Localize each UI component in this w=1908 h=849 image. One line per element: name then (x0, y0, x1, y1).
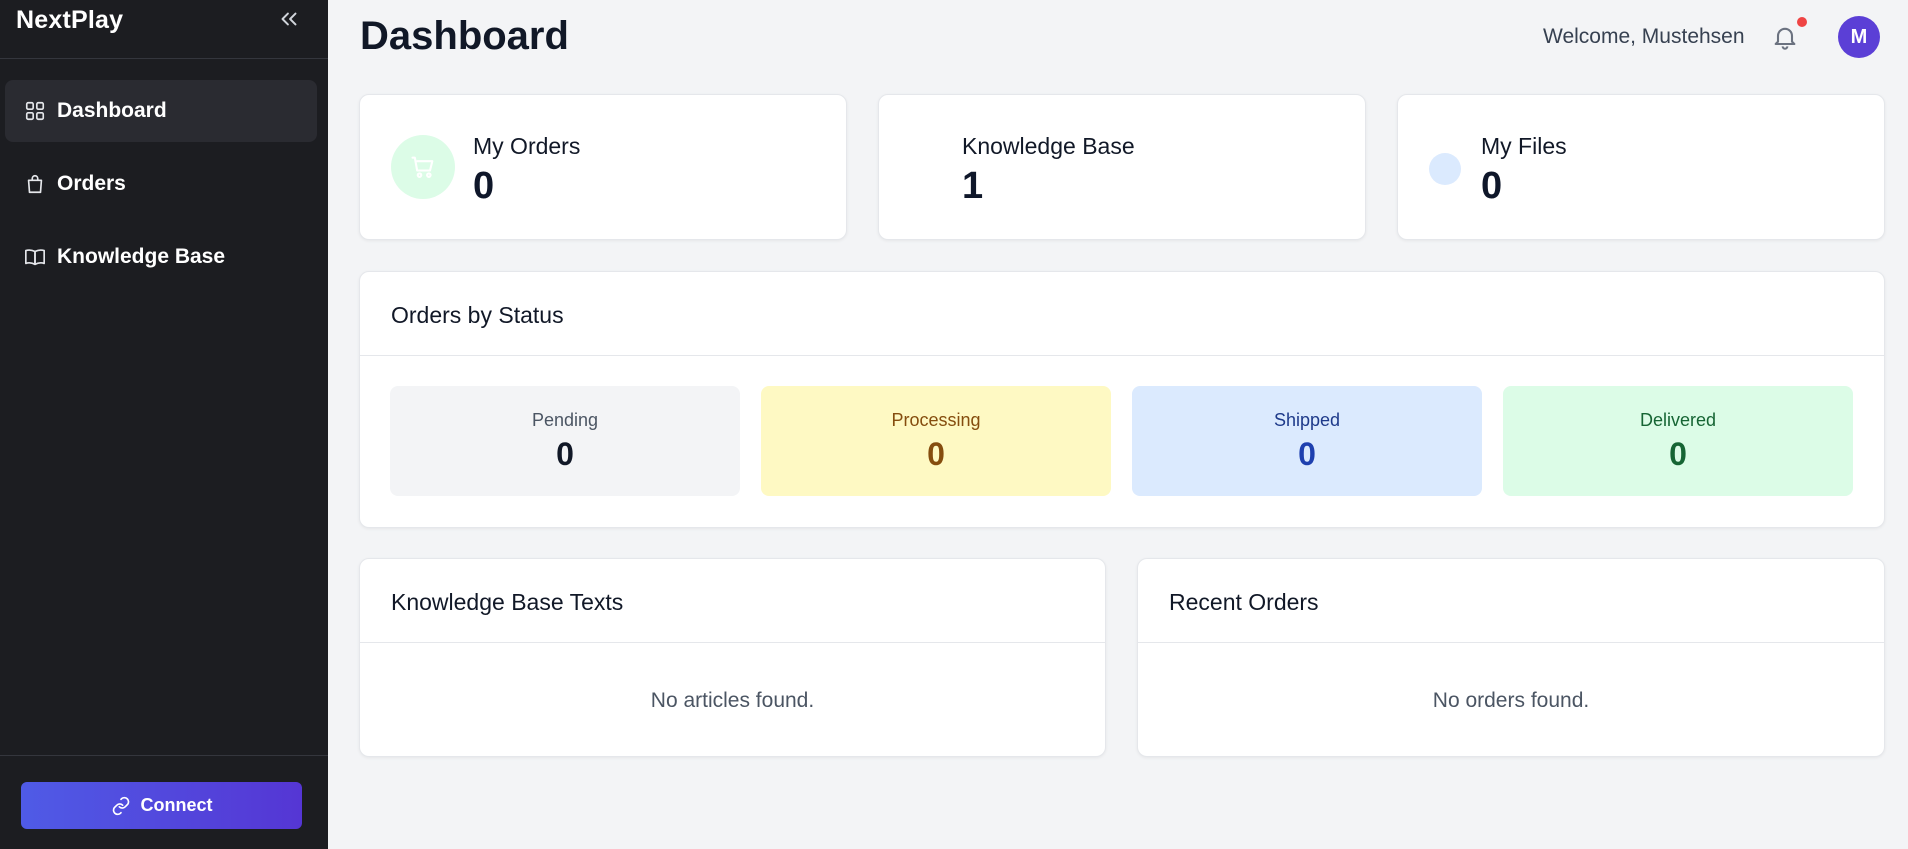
sidebar-item-dashboard[interactable]: Dashboard (5, 80, 317, 142)
sidebar: NextPlay Dashboard Orders Knowledge Base… (0, 0, 328, 849)
card-divider (360, 642, 1105, 643)
book-icon (919, 150, 951, 182)
collapse-sidebar-icon[interactable] (276, 6, 302, 32)
sidebar-item-label: Orders (57, 172, 126, 195)
status-value: 0 (1298, 436, 1316, 472)
status-value: 0 (556, 436, 574, 472)
welcome-text: Welcome, Mustehsen (1543, 25, 1745, 48)
sidebar-item-label: Knowledge Base (57, 245, 226, 268)
section-title: Knowledge Base Texts (391, 589, 624, 615)
sidebar-item-knowledge-base[interactable]: Knowledge Base (5, 226, 317, 288)
stat-card-knowledge-base[interactable]: Knowledge Base 1 (878, 94, 1366, 240)
stat-card-my-orders[interactable]: My Orders 0 (359, 94, 847, 240)
notification-badge (1797, 17, 1807, 27)
status-shipped: Shipped 0 (1132, 386, 1482, 496)
stat-value: 0 (473, 165, 495, 207)
link-icon (111, 796, 131, 816)
sidebar-divider (0, 58, 328, 59)
status-delivered: Delivered 0 (1503, 386, 1853, 496)
status-label: Processing (891, 410, 981, 430)
brand-logo: NextPlay (16, 6, 124, 34)
recent-orders-card: Recent Orders No orders found. (1137, 558, 1885, 757)
section-title: Recent Orders (1169, 589, 1319, 615)
stat-value: 1 (962, 165, 984, 207)
shopping-bag-icon (23, 172, 47, 196)
stat-label: Knowledge Base (962, 133, 1135, 159)
sidebar-item-label: Dashboard (57, 99, 167, 122)
connect-button[interactable]: Connect (21, 782, 302, 829)
sidebar-item-orders[interactable]: Orders (5, 153, 317, 215)
avatar[interactable]: M (1838, 16, 1880, 58)
connect-button-label: Connect (140, 795, 213, 815)
section-title: Orders by Status (391, 302, 564, 328)
status-value: 0 (1669, 436, 1687, 472)
status-label: Pending (531, 410, 599, 430)
card-divider (1138, 642, 1884, 643)
stat-label: My Files (1481, 133, 1567, 159)
empty-message: No orders found. (1432, 689, 1590, 712)
file-icon (1429, 153, 1461, 185)
status-label: Delivered (1639, 410, 1717, 430)
status-label: Shipped (1273, 410, 1341, 430)
stat-value: 0 (1481, 165, 1503, 207)
status-pending: Pending 0 (390, 386, 740, 496)
card-divider (360, 355, 1884, 356)
knowledge-base-texts-card: Knowledge Base Texts No articles found. (359, 558, 1106, 757)
stat-label: My Orders (473, 133, 581, 159)
stat-card-my-files[interactable]: My Files 0 (1397, 94, 1885, 240)
book-icon (23, 245, 47, 269)
empty-message: No articles found. (650, 689, 815, 712)
grid-icon (23, 99, 47, 123)
page-title: Dashboard (360, 14, 569, 58)
bell-icon[interactable] (1771, 22, 1799, 52)
status-value: 0 (927, 436, 945, 472)
cart-icon (391, 135, 455, 199)
status-processing: Processing 0 (761, 386, 1111, 496)
sidebar-bottom-divider (0, 755, 328, 756)
